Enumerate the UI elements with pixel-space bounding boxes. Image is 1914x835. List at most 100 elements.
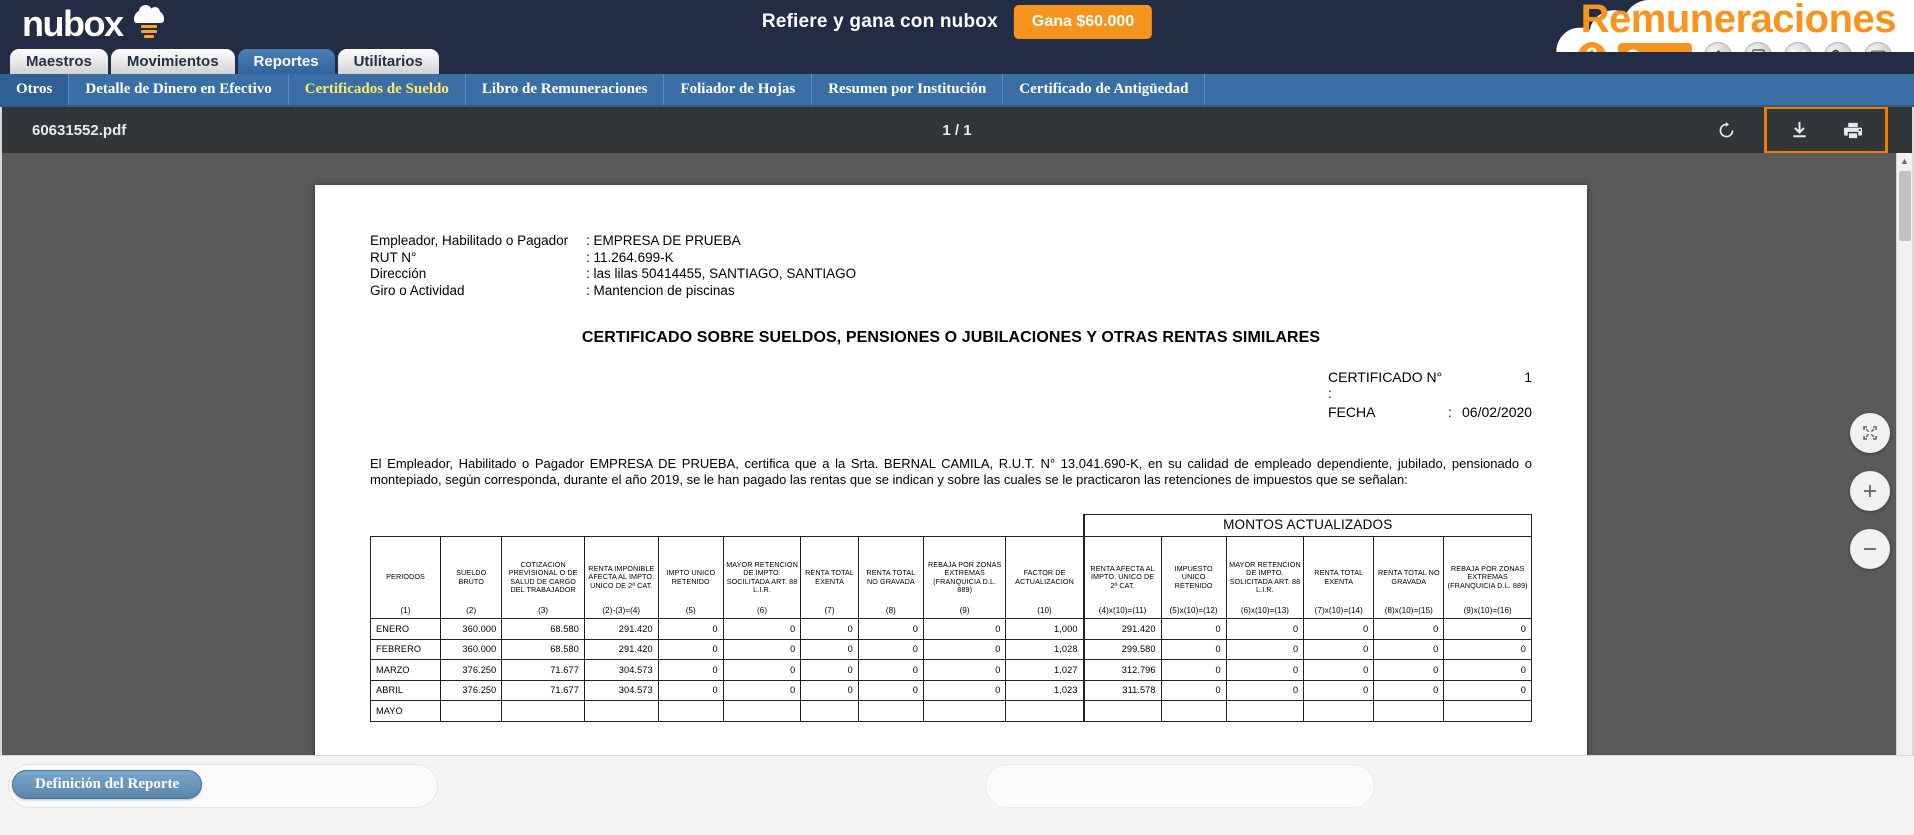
key-icon[interactable] (1824, 42, 1852, 52)
tab-reportes[interactable]: Reportes (237, 49, 335, 74)
certificate-date-label: FECHA (1328, 404, 1376, 420)
home-icon[interactable] (1704, 42, 1732, 52)
doc-field-label: Dirección (370, 266, 427, 281)
footer-panel-right (985, 764, 1375, 808)
tab-maestros[interactable]: Maestros (10, 49, 108, 74)
cell-value: 0 (1303, 618, 1375, 640)
subnav-item-libro-de-remuneraciones[interactable]: Libro de Remuneraciones (466, 74, 665, 105)
certificate-number-value: 1 (1524, 369, 1532, 385)
cell-value (1225, 700, 1305, 722)
cell-value: 0 (922, 618, 1007, 640)
cell-value (1082, 700, 1162, 722)
subnav-item-foliador-de-hojas[interactable]: Foliador de Hojas (664, 74, 813, 105)
chat-label: CHAT (1648, 49, 1683, 53)
cell-value: 304.573 (583, 659, 659, 681)
scrollbar-thumb[interactable] (1899, 171, 1911, 241)
certificate-date-separator: : (1448, 404, 1452, 420)
document-list-icon[interactable] (1744, 42, 1772, 52)
chat-icon[interactable]: CHAT (1617, 43, 1692, 53)
nubox-logo[interactable]: nubox (22, 2, 166, 46)
cell-value: 0 (857, 638, 924, 660)
cell-value: 299.580 (1082, 638, 1162, 660)
viewer-scrollbar[interactable]: ▲ (1896, 153, 1912, 755)
fit-page-icon[interactable] (1850, 413, 1890, 453)
th-act-renta-afecta: RENTA AFECTA AL IMPTO. UNICO DE 2ª CAT.(… (1082, 536, 1162, 619)
cell-value (800, 700, 859, 722)
subnav-item-certificados-de-sueldo[interactable]: Certificados de Sueldo (289, 74, 466, 105)
table-row: MARZO 376.250 71.677 304.573 0 0 0 0 0 1… (369, 659, 1532, 681)
cell-value: 0 (1443, 679, 1532, 701)
table-group-header-montos-actualizados: MONTOS ACTUALIZADOS (1082, 514, 1532, 537)
cell-value: 0 (722, 659, 802, 681)
doc-field-value: : EMPRESA DE PRUEBA (586, 233, 741, 248)
cell-value (1005, 700, 1085, 722)
main-tabstrip: Maestros Movimientos Reportes Utilitario… (0, 49, 1914, 74)
table-group-header-row: MONTOS ACTUALIZADOS (371, 514, 1532, 537)
mail-icon[interactable] (1864, 42, 1892, 52)
zoom-in-icon[interactable] (1850, 471, 1890, 511)
cell-value: 0 (800, 659, 859, 681)
cell-value: 0 (800, 618, 859, 640)
cell-value: 1,000 (1005, 618, 1085, 640)
tab-utilitarios[interactable]: Utilitarios (337, 49, 439, 74)
th-act-renta-total-no-gravada: RENTA TOTAL NO GRAVADA (8)x(10)=(15) (1373, 536, 1445, 619)
tab-movimientos[interactable]: Movimientos (110, 49, 235, 74)
cell-value: 291.420 (583, 618, 659, 640)
pdf-tool-buttons (1706, 107, 1888, 154)
subnav-item-certificado-de-antiguedad[interactable]: Certificado de Antigüedad (1003, 74, 1206, 105)
cloud-logo-icon (132, 5, 166, 39)
definicion-del-reporte-button[interactable]: Definición del Reporte (12, 770, 203, 799)
cell-value: 0 (857, 618, 924, 640)
cell-value: 68.580 (501, 638, 585, 660)
th-cotizacion-previsional: COTIZACION PREVISIONAL O DE SALUD DE CAR… (501, 536, 585, 619)
pdf-canvas-area[interactable]: Empleador, Habilitado o Pagador : EMPRES… (2, 153, 1912, 755)
cell-value: 376.250 (440, 659, 503, 681)
th-rebaja-zonas-extremas: REBAJA POR ZONAS EXTREMAS (FRANQUICIA D.… (922, 536, 1007, 619)
cell-periodo: MAYO (369, 700, 442, 722)
cell-value: 71.677 (501, 679, 585, 701)
pdf-filename: 60631552.pdf (32, 121, 127, 139)
certificate-number-label: CERTIFICADO N° : (1328, 369, 1443, 401)
th-renta-imponible-afecta: RENTA IMPONIBLE AFECTA AL IMPTO. UNICO D… (583, 536, 659, 619)
subnav-item-resumen-por-institucion[interactable]: Resumen por Institución (812, 74, 1004, 105)
help-icon[interactable]: ? (1577, 42, 1606, 52)
cell-periodo: MARZO (369, 659, 442, 681)
cell-value: 376.250 (440, 679, 503, 701)
cell-value: 0 (722, 679, 802, 701)
certificate-meta: CERTIFICADO N° : 1 FECHA : 06/02/2020 (370, 369, 1532, 420)
subnav-item-otros[interactable]: Otros (0, 74, 70, 105)
close-x-icon[interactable] (1784, 42, 1812, 52)
cell-periodo: ABRIL (369, 679, 442, 701)
th-impto-unico-retenido: IMPTO UNICO RETENIDO (5) (657, 536, 724, 619)
scroll-up-icon[interactable]: ▲ (1897, 153, 1912, 169)
th-mayor-retencion: MAYOR RETENCION DE IMPTO. SOCILITADA ART… (722, 536, 802, 619)
sub-navigation: Otros Detalle de Dinero en Efectivo Cert… (0, 74, 1914, 107)
cell-value: 291.420 (1082, 618, 1162, 640)
download-icon[interactable] (1779, 113, 1819, 147)
subnav-item-detalle-dinero-efectivo[interactable]: Detalle de Dinero en Efectivo (69, 74, 289, 105)
promo-button[interactable]: Gana $60.000 (1013, 5, 1153, 39)
cell-value (722, 700, 802, 722)
cell-value: 360.000 (440, 638, 503, 660)
cell-value: 0 (1225, 618, 1305, 640)
pdf-viewer: 60631552.pdf 1 / 1 Empleador, Habilitado… (0, 107, 1914, 755)
table-row: MAYO (369, 700, 1532, 722)
doc-field-rut: RUT N° : 11.264.699-K (370, 250, 1532, 267)
cell-value: 1,028 (1005, 638, 1085, 660)
cell-value: 311.578 (1082, 679, 1162, 701)
th-factor-actualizacion: FACTOR DE ACTUALIZACION (10) (1005, 536, 1085, 619)
rotate-icon[interactable] (1706, 113, 1746, 147)
cell-value: 0 (857, 679, 924, 701)
zoom-out-icon[interactable] (1850, 529, 1890, 569)
brand-area: Remuneraciones ? CHAT (1577, 0, 1897, 53)
doc-field-value: : Mantencion de piscinas (586, 282, 735, 298)
doc-field-empleador: Empleador, Habilitado o Pagador : EMPRES… (370, 233, 1532, 250)
cell-value: 0 (1160, 638, 1227, 660)
cell-value: 0 (800, 638, 859, 660)
cell-value: 68.580 (501, 618, 585, 640)
cell-value: 0 (722, 618, 802, 640)
doc-field-direccion: Dirección : las lilas 50414455, SANTIAGO… (370, 266, 1532, 283)
cell-value: 0 (1443, 659, 1532, 681)
print-icon[interactable] (1833, 113, 1873, 147)
cell-value: 0 (1303, 638, 1375, 660)
